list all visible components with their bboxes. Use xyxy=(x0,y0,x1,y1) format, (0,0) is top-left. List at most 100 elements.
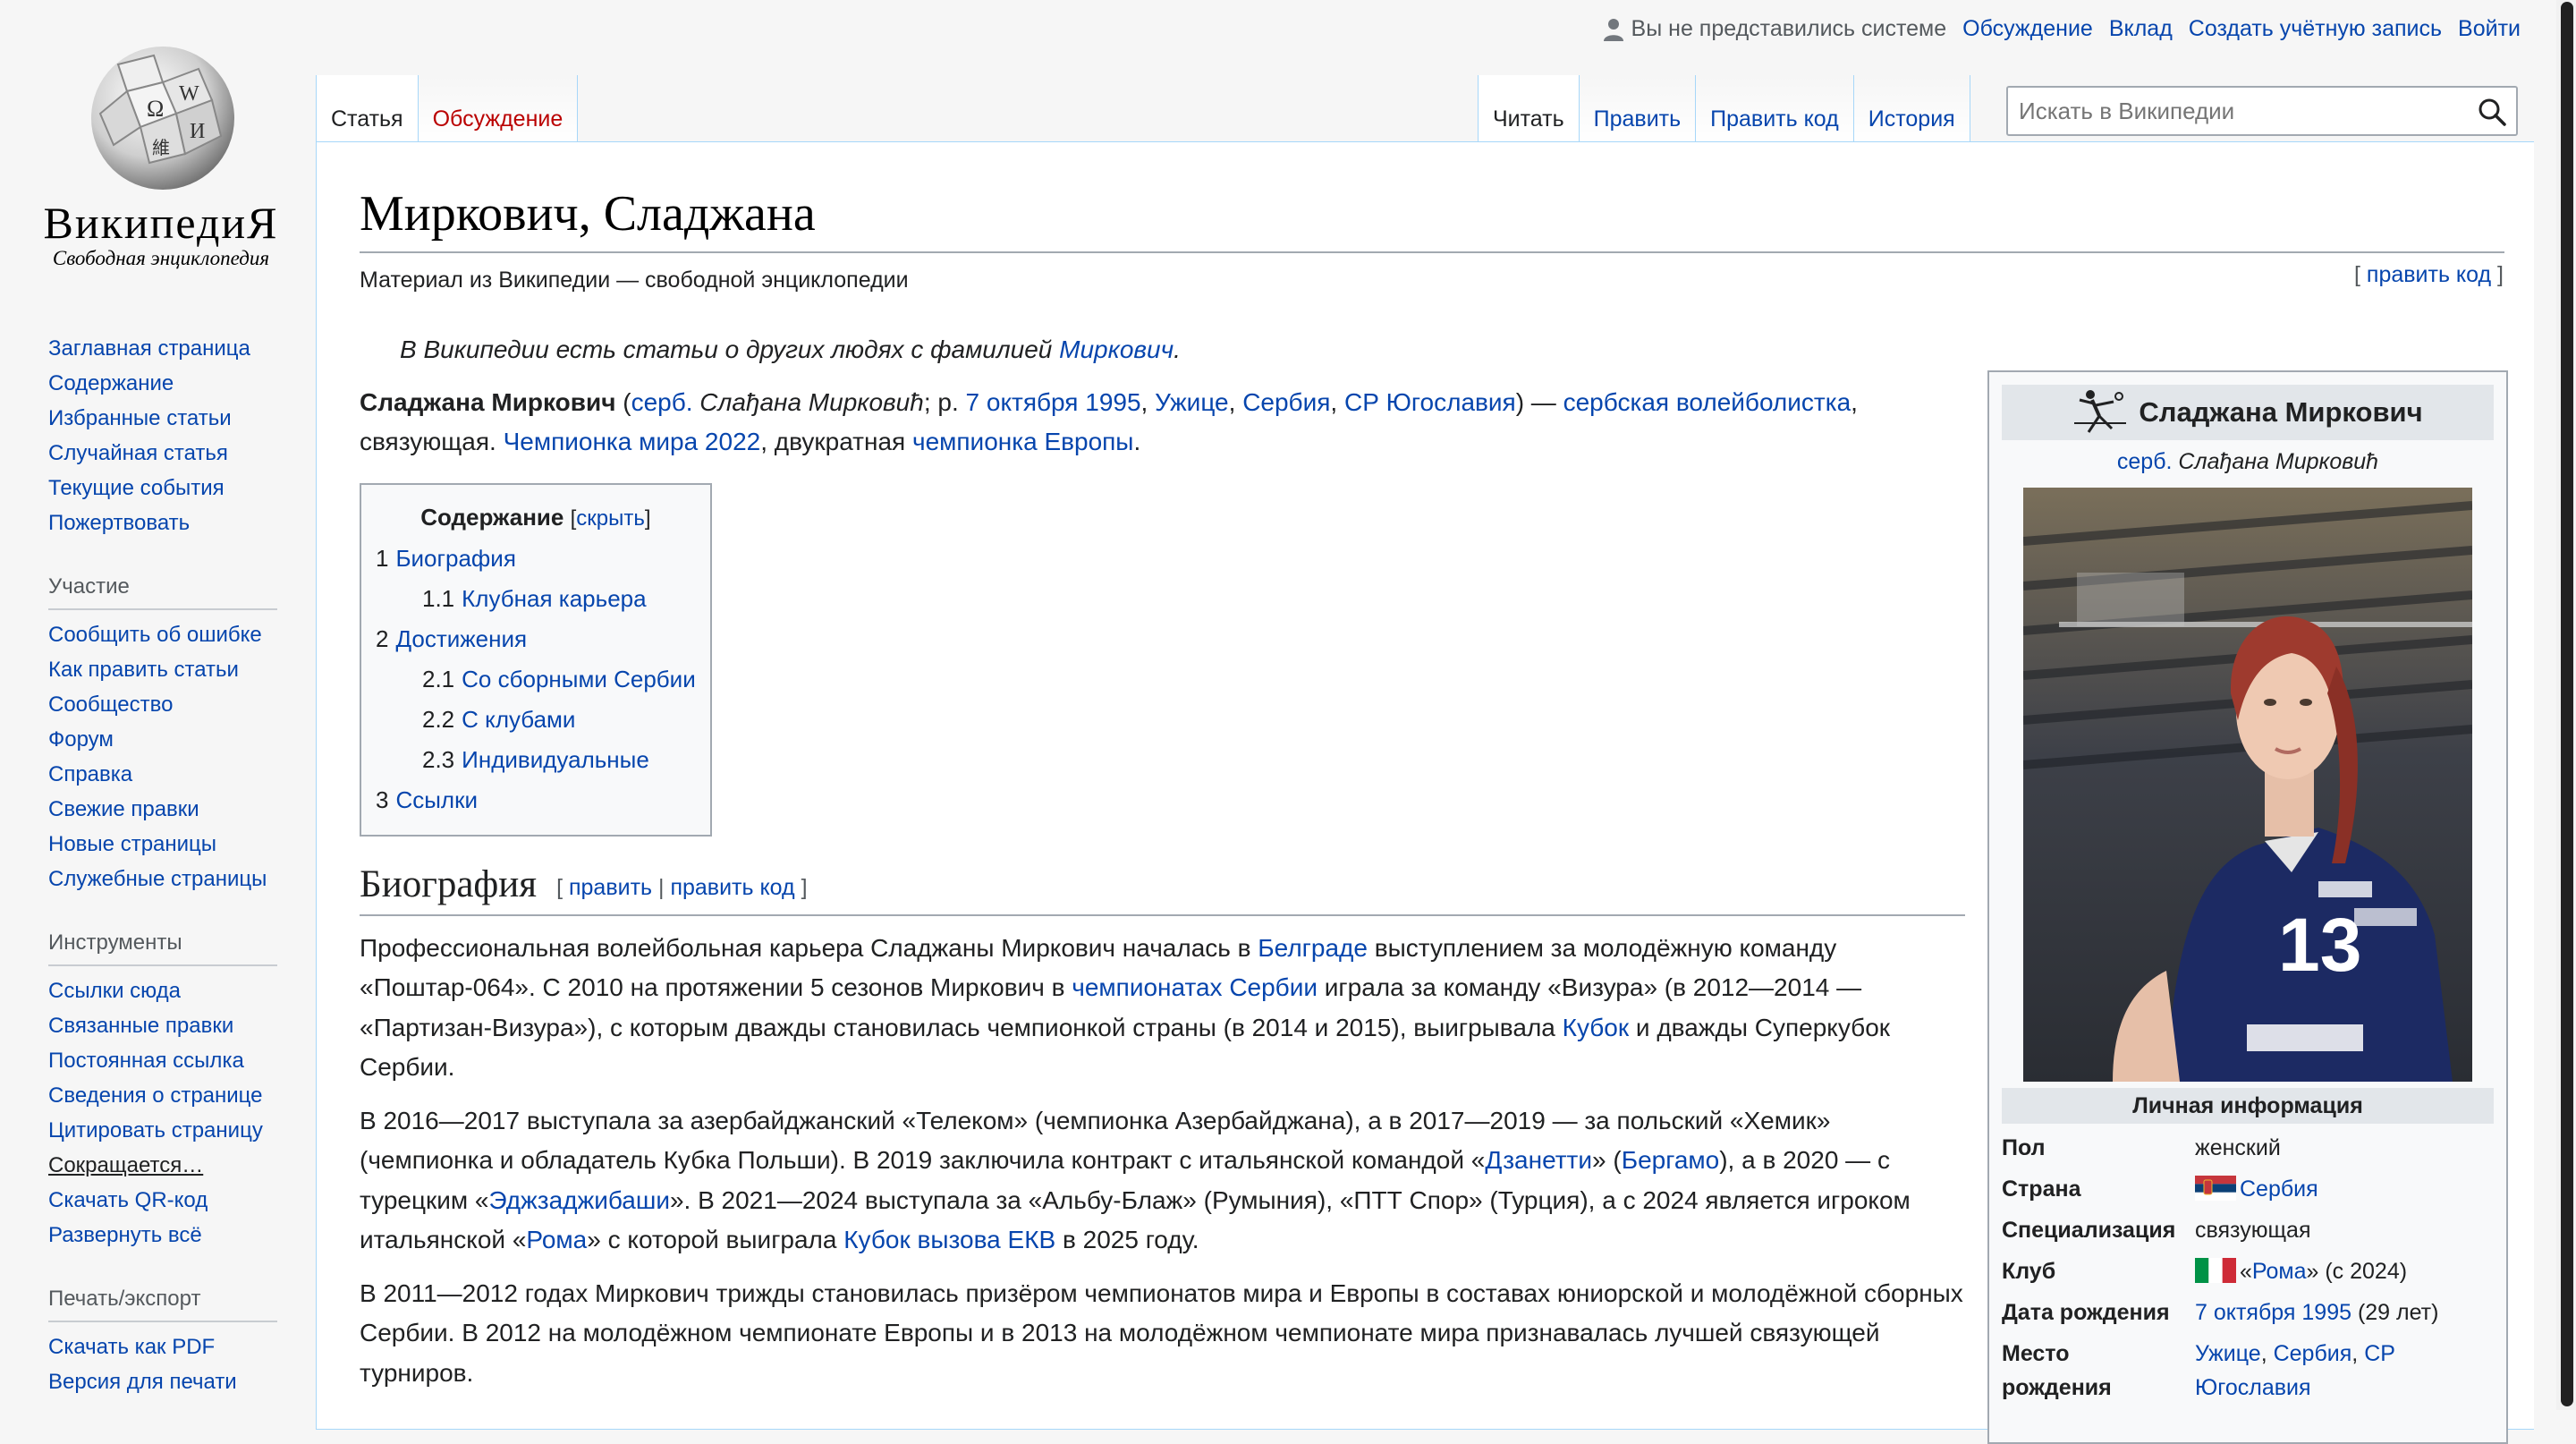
user-contributions-link[interactable]: Вклад xyxy=(2109,16,2173,42)
sidebar-heading-participation: Участие xyxy=(48,573,277,610)
page-title: Миркович, Сладжана xyxy=(360,182,2504,253)
namespace-tabs: Статья Обсуждение xyxy=(316,75,579,143)
tab-article[interactable]: Статья xyxy=(316,75,418,143)
infobox-club-link[interactable]: Рома xyxy=(2252,1259,2307,1284)
site-subtitle: Материал из Википедии — свободной энцикл… xyxy=(360,268,909,293)
infobox-value: «Рома» (с 2024) xyxy=(2195,1254,2494,1288)
section-edit-link[interactable]: править xyxy=(569,875,652,900)
sidebar-item-qr-code[interactable]: Скачать QR-код xyxy=(48,1188,208,1212)
wikipedia-logo[interactable]: Ω W И 維 ВикипедиЯ Свободная энциклопедия xyxy=(27,21,295,281)
toc-num: 1 xyxy=(376,544,389,572)
sidebar-item-contents[interactable]: Содержание xyxy=(48,371,174,395)
lead-serb-link[interactable]: серб. xyxy=(631,388,693,416)
sidebar-item-shorten-url[interactable]: Сокращается… xyxy=(48,1153,203,1177)
toc-link: Индивидуальные xyxy=(462,745,649,773)
tab-read[interactable]: Читать xyxy=(1478,75,1579,143)
sidebar-item-recent-changes[interactable]: Свежие правки xyxy=(48,797,199,821)
sidebar-item-featured[interactable]: Избранные статьи xyxy=(48,406,232,430)
player-photo[interactable]: 13 xyxy=(2023,488,2472,1082)
bio-link-serbian-championship[interactable]: чемпионатах Сербии xyxy=(1072,973,1318,1001)
infobox-place-city-link[interactable]: Ужице xyxy=(2195,1341,2261,1366)
toc-item[interactable]: 1.1 Клубная карьера xyxy=(376,579,696,619)
tab-edit-source[interactable]: Править код xyxy=(1695,75,1853,143)
lead-text: , xyxy=(1228,387,1243,416)
sidebar-item-permanent-link[interactable]: Постоянная ссылка xyxy=(48,1049,244,1073)
sidebar-item-printable[interactable]: Версия для печати xyxy=(48,1370,237,1394)
sidebar-item-community[interactable]: Сообщество xyxy=(48,692,173,717)
infobox-place-yugoslavia-link[interactable]: Югославия xyxy=(2195,1375,2311,1400)
article-body: В Википедии есть статьи о других людях с… xyxy=(360,330,1965,1406)
infobox-row-club: Клуб «Рома» (с 2024) xyxy=(2002,1254,2494,1288)
lead-country-link[interactable]: Сербия xyxy=(1242,388,1330,416)
bio-link-zanetti[interactable]: Дзанетти xyxy=(1485,1146,1592,1174)
tab-history[interactable]: История xyxy=(1852,75,1970,143)
lead-text: , двукратная xyxy=(760,428,912,455)
lead-champion-link[interactable]: Чемпионка мира 2022 xyxy=(504,428,761,455)
infobox-serb-link[interactable]: серб. xyxy=(2117,449,2173,474)
tab-talk[interactable]: Обсуждение xyxy=(417,75,579,143)
infobox-birth-date-link[interactable]: 7 октября 1995 xyxy=(2195,1300,2351,1325)
bio-link-bergamo[interactable]: Бергамо xyxy=(1622,1146,1720,1174)
sidebar-item-what-links-here[interactable]: Ссылки сюда xyxy=(48,979,181,1003)
login-link[interactable]: Войти xyxy=(2458,16,2521,42)
bio-link-belgrade[interactable]: Белграде xyxy=(1258,934,1368,962)
sidebar-item-report-error[interactable]: Сообщить об ошибке xyxy=(48,623,262,647)
lead-date-link[interactable]: 7 октября 1995 xyxy=(966,388,1141,416)
hatnote-link[interactable]: Миркович xyxy=(1059,336,1174,363)
toc-toggle[interactable]: скрыть xyxy=(576,506,645,531)
scrollbar-thumb[interactable] xyxy=(2561,2,2573,1406)
toc-item[interactable]: 2.1 Со сборными Сербии xyxy=(376,659,696,700)
sidebar-item-forum[interactable]: Форум xyxy=(48,727,114,752)
sidebar-item-expand-all[interactable]: Развернуть всё xyxy=(48,1223,202,1247)
bio-paragraph-3: В 2011—2012 годах Миркович трижды станов… xyxy=(360,1278,1963,1387)
tab-edit[interactable]: Править xyxy=(1578,75,1696,143)
lead-city-link[interactable]: Ужице xyxy=(1155,388,1229,416)
sidebar: Заглавная страница Содержание Избранные … xyxy=(48,331,317,1399)
infobox-place-sr-link[interactable]: СР xyxy=(2364,1341,2395,1366)
sidebar-item-cite-page[interactable]: Цитировать страницу xyxy=(48,1118,263,1142)
toc-item[interactable]: 2.2 С клубами xyxy=(376,700,696,740)
toc-item[interactable]: 2.3 Индивидуальные xyxy=(376,740,696,780)
italy-flag-icon[interactable] xyxy=(2195,1258,2236,1283)
infobox-row-gender: Пол женский xyxy=(2002,1131,2494,1165)
lead-europe-link[interactable]: чемпионка Европы xyxy=(912,428,1133,455)
toc-item[interactable]: 3 Ссылки xyxy=(376,780,696,820)
bio-link-challenge-cup[interactable]: Кубок вызова ЕКВ xyxy=(843,1226,1055,1253)
wikipedia-wordmark: ВикипедиЯ xyxy=(43,198,279,248)
sidebar-item-download-pdf[interactable]: Скачать как PDF xyxy=(48,1335,215,1359)
lead-volleyball-link[interactable]: сербская волейболистка xyxy=(1563,388,1852,416)
search-input[interactable] xyxy=(2008,88,2448,134)
toc-link: Клубная карьера xyxy=(462,584,647,612)
sidebar-item-help[interactable]: Справка xyxy=(48,762,132,786)
bio-paragraph-2: В 2016—2017 выступала за азербайджанский… xyxy=(360,1101,1965,1261)
sidebar-item-how-to-edit[interactable]: Как править статьи xyxy=(48,658,239,682)
anon-user-text: Вы не представились системе xyxy=(1631,16,1947,41)
sidebar-item-special-pages[interactable]: Служебные страницы xyxy=(48,867,267,891)
section-edit-source-link[interactable]: править код xyxy=(670,875,794,900)
sidebar-item-new-pages[interactable]: Новые страницы xyxy=(48,832,216,856)
sidebar-item-donate[interactable]: Пожертвовать xyxy=(48,511,190,535)
toc-item[interactable]: 1 Биография xyxy=(376,539,696,579)
volleyball-player-icon xyxy=(2074,390,2127,433)
top-edit-section: [ править код ] xyxy=(2354,262,2504,287)
bio-link-eczacibasi[interactable]: Эджзаджибаши xyxy=(489,1186,670,1214)
sidebar-item-random[interactable]: Случайная статья xyxy=(48,441,228,465)
user-talk-link[interactable]: Обсуждение xyxy=(1962,16,2093,42)
search-icon[interactable] xyxy=(2477,97,2507,127)
infobox-country-link[interactable]: Сербия xyxy=(2240,1176,2318,1202)
top-edit-source-link[interactable]: править код xyxy=(2367,262,2491,287)
sidebar-item-current-events[interactable]: Текущие события xyxy=(48,476,225,500)
sidebar-item-page-info[interactable]: Сведения о странице xyxy=(48,1083,263,1108)
lead-sfry-link[interactable]: СР Югославия xyxy=(1344,388,1516,416)
bio-link-cup[interactable]: Кубок xyxy=(1563,1014,1629,1041)
create-account-link[interactable]: Создать учётную запись xyxy=(2189,16,2442,42)
sidebar-item-related-changes[interactable]: Связанные правки xyxy=(48,1014,233,1038)
tab-edit-label: Править xyxy=(1593,106,1682,132)
serbia-flag-icon[interactable] xyxy=(2195,1176,2236,1201)
sidebar-item-main-page[interactable]: Заглавная страница xyxy=(48,336,250,361)
bio-link-roma[interactable]: Рома xyxy=(526,1226,587,1253)
scrollbar[interactable] xyxy=(2556,0,2576,1410)
toc-item[interactable]: 2 Достижения xyxy=(376,619,696,659)
infobox-place-country-link[interactable]: Сербия xyxy=(2274,1341,2352,1366)
toc-link: С клубами xyxy=(462,705,576,733)
